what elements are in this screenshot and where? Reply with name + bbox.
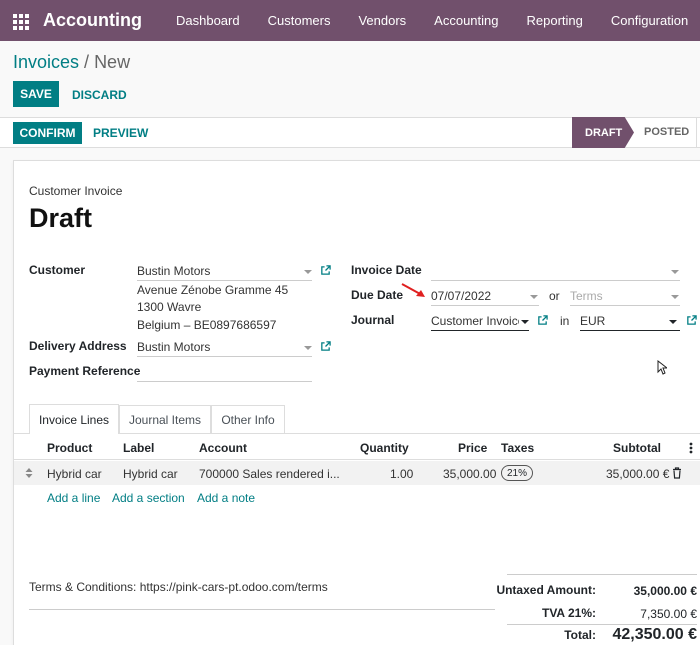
line-product[interactable]: Hybrid car bbox=[47, 467, 102, 481]
add-section-link[interactable]: Add a section bbox=[112, 491, 185, 505]
journal-field[interactable]: Customer Invoice bbox=[431, 314, 519, 328]
column-label[interactable]: Label bbox=[123, 441, 154, 455]
menu-accounting[interactable]: Accounting bbox=[420, 13, 512, 28]
payment-reference-underline bbox=[137, 381, 312, 382]
customer-address-line3: Belgium – BE0897686597 bbox=[137, 318, 277, 332]
customer-address-line1: Avenue Zénobe Gramme 45 bbox=[137, 283, 289, 297]
terms-dropdown-icon[interactable] bbox=[671, 295, 679, 299]
save-button[interactable]: SAVE bbox=[13, 81, 59, 107]
currency-field[interactable]: EUR bbox=[580, 314, 605, 328]
column-account[interactable]: Account bbox=[199, 441, 247, 455]
tva-label: TVA 21%: bbox=[541, 606, 596, 620]
breadcrumb-current: New bbox=[94, 52, 131, 72]
breadcrumb: Invoices / New bbox=[13, 52, 130, 73]
journal-dropdown-icon[interactable] bbox=[521, 320, 529, 324]
due-date-label: Due Date bbox=[351, 288, 404, 302]
journal-underline bbox=[431, 330, 529, 331]
line-label[interactable]: Hybrid car bbox=[123, 467, 178, 481]
journal-label: Journal bbox=[351, 313, 395, 327]
mouse-cursor-icon bbox=[657, 360, 667, 375]
invoice-date-label: Invoice Date bbox=[351, 263, 422, 277]
or-label: or bbox=[549, 289, 560, 303]
payment-terms-field[interactable]: Terms bbox=[570, 289, 603, 303]
tab-other-info[interactable]: Other Info bbox=[211, 405, 285, 434]
total-value: 42,350.00 € bbox=[612, 626, 697, 643]
menu-dashboard[interactable]: Dashboard bbox=[162, 13, 254, 28]
confirm-button[interactable]: CONFIRM bbox=[13, 122, 82, 144]
customer-label: Customer bbox=[29, 263, 86, 277]
column-price[interactable]: Price bbox=[458, 441, 487, 455]
column-options-icon[interactable] bbox=[689, 442, 693, 454]
invoice-title: Draft bbox=[29, 203, 93, 233]
customer-underline bbox=[137, 280, 312, 281]
invoice-date-underline bbox=[431, 280, 680, 281]
add-line-link[interactable]: Add a line bbox=[47, 491, 100, 505]
drag-handle-icon[interactable] bbox=[25, 468, 33, 478]
tva-value: 7,350.00 € bbox=[640, 607, 697, 621]
currency-underline bbox=[580, 330, 680, 331]
table-row[interactable]: Hybrid car Hybrid car 700000 Sales rende… bbox=[14, 461, 700, 485]
due-date-field[interactable]: 07/07/2022 bbox=[431, 289, 491, 303]
column-quantity[interactable]: Quantity bbox=[360, 441, 409, 455]
line-subtotal: 35,000.00 € bbox=[606, 467, 670, 481]
customer-address-line2: 1300 Wavre bbox=[137, 300, 202, 314]
external-link-icon[interactable] bbox=[320, 265, 331, 276]
document-type: Customer Invoice bbox=[29, 184, 123, 198]
totals-divider bbox=[507, 624, 697, 625]
stage-draft[interactable]: DRAFT bbox=[572, 117, 634, 148]
customer-dropdown-icon[interactable] bbox=[304, 270, 312, 274]
external-link-icon[interactable] bbox=[537, 315, 548, 326]
invoice-lines-header: Product Label Account Quantity Price Tax… bbox=[14, 434, 700, 460]
external-link-icon[interactable] bbox=[686, 315, 697, 326]
customer-field[interactable]: Bustin Motors bbox=[137, 264, 210, 278]
total-label: Total: bbox=[564, 628, 596, 642]
invoice-date-dropdown-icon[interactable] bbox=[671, 270, 679, 274]
untaxed-amount-value: 35,000.00 € bbox=[633, 584, 697, 598]
delivery-underline bbox=[137, 356, 312, 357]
terms-underline bbox=[29, 609, 495, 610]
breadcrumb-separator: / bbox=[79, 52, 95, 72]
line-tax-badge[interactable]: 21% bbox=[501, 465, 533, 481]
menu-vendors[interactable]: Vendors bbox=[344, 13, 420, 28]
delivery-address-label: Delivery Address bbox=[29, 339, 127, 353]
invoice-sheet: Customer Invoice Draft Customer Bustin M… bbox=[13, 160, 700, 645]
line-price[interactable]: 35,000.00 bbox=[443, 467, 496, 481]
stage-posted[interactable]: POSTED bbox=[644, 126, 689, 138]
delivery-dropdown-icon[interactable] bbox=[304, 346, 312, 350]
external-link-icon[interactable] bbox=[320, 341, 331, 352]
annotation-arrow-icon bbox=[401, 283, 425, 297]
apps-grid-icon[interactable] bbox=[13, 13, 29, 30]
trash-icon[interactable] bbox=[672, 467, 682, 479]
terms-underline bbox=[570, 305, 680, 306]
currency-dropdown-icon[interactable] bbox=[669, 320, 677, 324]
menu-customers[interactable]: Customers bbox=[254, 13, 345, 28]
terms-conditions[interactable]: Terms & Conditions: https://pink-cars-pt… bbox=[29, 580, 328, 594]
add-note-link[interactable]: Add a note bbox=[197, 491, 255, 505]
line-account[interactable]: 700000 Sales rendered i... bbox=[199, 467, 340, 481]
column-taxes[interactable]: Taxes bbox=[501, 441, 534, 455]
column-subtotal[interactable]: Subtotal bbox=[613, 441, 661, 455]
status-bar: CONFIRM PREVIEW DRAFT POSTED bbox=[0, 117, 700, 148]
due-date-underline bbox=[431, 305, 539, 306]
due-date-dropdown-icon[interactable] bbox=[530, 295, 538, 299]
in-label: in bbox=[560, 314, 570, 328]
app-name[interactable]: Accounting bbox=[43, 10, 142, 31]
status-divider bbox=[696, 118, 697, 147]
menu-configuration[interactable]: Configuration bbox=[597, 13, 700, 28]
delivery-address-field[interactable]: Bustin Motors bbox=[137, 340, 210, 354]
column-product[interactable]: Product bbox=[47, 441, 92, 455]
totals-top-divider bbox=[507, 574, 697, 575]
untaxed-amount-label: Untaxed Amount: bbox=[496, 583, 596, 597]
top-navbar: Accounting Dashboard Customers Vendors A… bbox=[0, 0, 700, 41]
discard-button[interactable]: DISCARD bbox=[72, 88, 127, 102]
line-quantity[interactable]: 1.00 bbox=[390, 467, 413, 481]
preview-button[interactable]: PREVIEW bbox=[93, 126, 148, 140]
tab-invoice-lines[interactable]: Invoice Lines bbox=[29, 404, 119, 434]
tab-journal-items[interactable]: Journal Items bbox=[119, 405, 211, 434]
payment-reference-label: Payment Reference bbox=[29, 364, 141, 378]
menu-reporting[interactable]: Reporting bbox=[513, 13, 597, 28]
breadcrumb-invoices[interactable]: Invoices bbox=[13, 52, 79, 72]
